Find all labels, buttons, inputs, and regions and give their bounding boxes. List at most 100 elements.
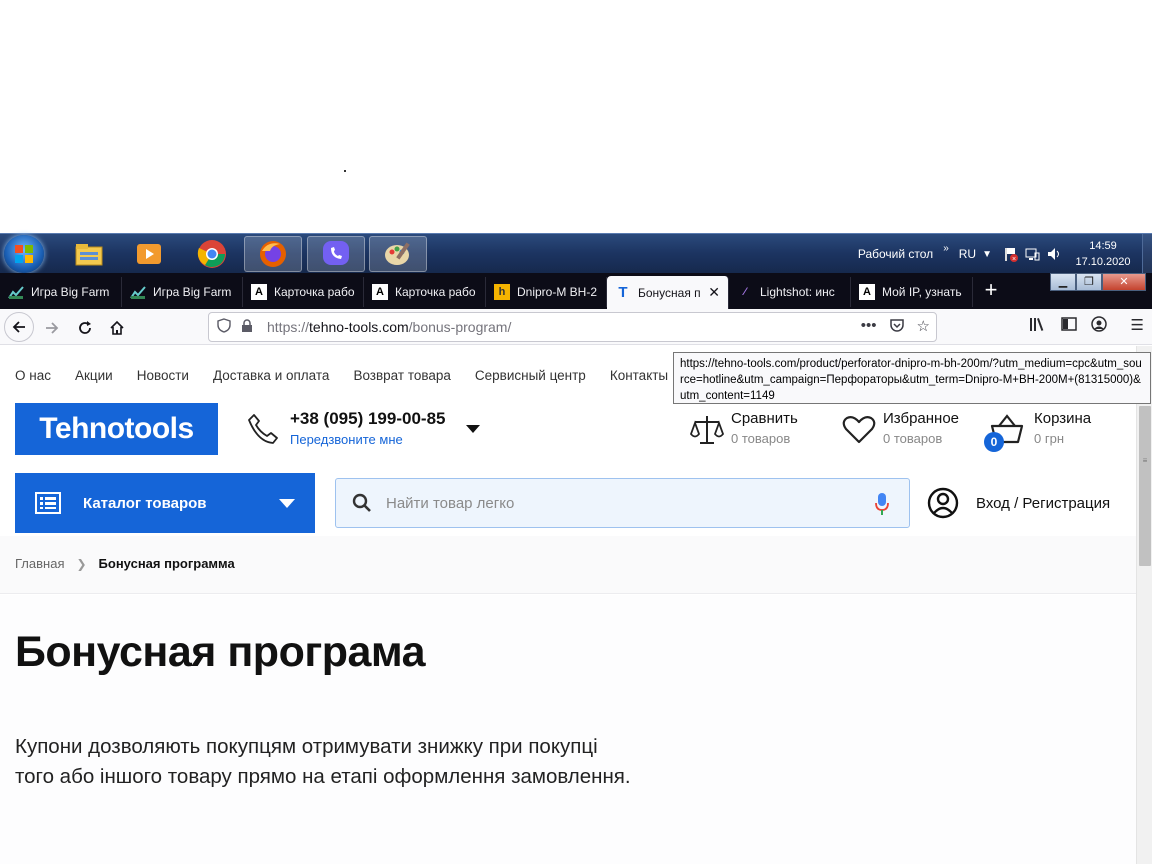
cart-total: 0 грн	[1034, 431, 1064, 446]
clock-date: 17.10.2020	[1075, 256, 1131, 268]
desktop-toolbar-label[interactable]: Рабочий стол	[858, 247, 933, 261]
tab-card-2[interactable]: A Карточка рабо	[364, 277, 486, 307]
site-top-menu: О нас Акции Новости Доставка и оплата Во…	[15, 368, 668, 383]
menu-about[interactable]: О нас	[15, 368, 51, 383]
breadcrumb-home[interactable]: Главная	[15, 556, 64, 571]
tab-label: Игра Big Farm	[153, 285, 232, 299]
cart-count-badge: 0	[984, 432, 1004, 452]
tracking-shield-icon[interactable]	[217, 318, 233, 336]
intro-paragraph: Купони дозволяють покупцям отримувати зн…	[15, 735, 631, 788]
browser-navbar: https://tehno-tools.com/bonus-program/ •…	[0, 309, 1152, 345]
tab-card-1[interactable]: A Карточка рабо	[243, 277, 364, 307]
url-protocol: https://	[267, 319, 310, 335]
compare-count: 0 товаров	[731, 431, 791, 446]
system-tray: Рабочий стол » RU ▼ × 14:59 17.10.2020	[858, 234, 1152, 274]
url-bar[interactable]: https://tehno-tools.com/bonus-program/ •…	[208, 312, 937, 342]
tab-big-farm-2[interactable]: Игра Big Farm	[122, 277, 243, 307]
svg-text:×: ×	[1012, 256, 1016, 262]
catalog-button[interactable]: Каталог товаров	[15, 473, 315, 533]
tab-close-icon[interactable]: ✕	[702, 284, 720, 301]
site-logo[interactable]: Tehnotools	[15, 403, 218, 455]
page-title: Бонусная програма	[15, 628, 426, 676]
search-box	[335, 478, 910, 528]
tab-dnipro[interactable]: h Dnipro-M BH-2	[486, 277, 607, 307]
lock-icon[interactable]	[241, 318, 257, 336]
favorites-title: Избранное	[883, 410, 960, 427]
action-center-flag-icon[interactable]: ×	[1002, 246, 1018, 262]
tab-big-farm-1[interactable]: Игра Big Farm	[0, 277, 122, 307]
reload-button[interactable]	[71, 314, 99, 342]
h-icon: h	[494, 284, 510, 300]
screen: Рабочий стол » RU ▼ × 14:59 17.10.2020 И…	[0, 0, 1152, 864]
catalog-list-icon	[35, 492, 61, 514]
page-actions-icon[interactable]: •••	[861, 317, 877, 337]
minimize-button[interactable]: ▁	[1050, 273, 1076, 291]
breadcrumb: Главная ❯ Бонусная программа	[15, 556, 235, 571]
phone-dropdown-icon[interactable]	[466, 425, 480, 433]
toolbar-expand-icon[interactable]: »	[943, 243, 949, 254]
bookmark-star-icon[interactable]: ☆	[917, 317, 930, 337]
menu-returns[interactable]: Возврат товара	[353, 368, 450, 383]
show-desktop-button[interactable]	[1142, 234, 1152, 274]
heart-icon	[842, 416, 876, 444]
breadcrumb-bar: Главная ❯ Бонусная программа	[0, 536, 1136, 594]
forward-button[interactable]	[38, 314, 66, 342]
web-page: О нас Акции Новости Доставка и оплата Во…	[0, 346, 1136, 864]
phone-number[interactable]: +38 (095) 199-00-85	[290, 409, 445, 429]
cart-title: Корзина	[1034, 410, 1092, 427]
account-icon[interactable]	[1090, 316, 1107, 336]
menu-promos[interactable]: Акции	[75, 368, 113, 383]
back-button[interactable]	[4, 312, 34, 342]
tab-lightshot[interactable]: ⁄ Lightshot: инс	[729, 277, 851, 307]
big-farm-icon	[8, 284, 24, 300]
page-scrollbar[interactable]: ≡	[1136, 346, 1152, 864]
volume-icon[interactable]	[1046, 246, 1062, 262]
big-farm-icon	[130, 284, 146, 300]
start-button[interactable]	[4, 235, 44, 273]
chrome-icon[interactable]	[183, 236, 241, 272]
url-path: /bonus-program/	[408, 319, 512, 335]
language-dropdown-icon[interactable]: ▼	[982, 249, 992, 260]
search-icon[interactable]	[352, 493, 372, 513]
explorer-icon[interactable]	[60, 236, 118, 272]
clock[interactable]: 14:59 17.10.2020	[1068, 238, 1138, 270]
pocket-icon[interactable]	[889, 317, 905, 337]
scales-icon	[689, 416, 725, 444]
scrollbar-grip-icon: ≡	[1142, 456, 1148, 465]
catalog-label: Каталог товаров	[83, 494, 207, 512]
paint-icon[interactable]	[369, 236, 427, 272]
browser-tab-strip: Игра Big Farm Игра Big Farm A Карточка р…	[0, 273, 1152, 309]
tab-label: Dnipro-M BH-2	[517, 285, 598, 299]
user-icon	[927, 487, 959, 519]
new-tab-button[interactable]: +	[980, 279, 1002, 301]
library-icon[interactable]	[1029, 316, 1047, 336]
windows-logo-icon	[15, 245, 33, 263]
search-input[interactable]	[386, 494, 846, 512]
a-icon: A	[251, 284, 267, 300]
restore-button[interactable]: ❐	[1076, 273, 1102, 291]
close-window-button[interactable]: ✕	[1102, 273, 1146, 291]
network-icon[interactable]	[1024, 246, 1040, 262]
login-label: Вход / Регистрация	[976, 494, 1111, 512]
scrollbar-thumb[interactable]	[1139, 406, 1151, 566]
firefox-icon[interactable]	[244, 236, 302, 272]
compare-title: Сравнить	[731, 410, 798, 427]
feather-icon: ⁄	[744, 286, 746, 298]
t-icon: T	[618, 284, 628, 301]
menu-contacts[interactable]: Контакты	[610, 368, 668, 383]
windows-taskbar: Рабочий стол » RU ▼ × 14:59 17.10.2020	[0, 233, 1152, 274]
login-link[interactable]: Вход / Регистрация	[927, 486, 1110, 520]
menu-service[interactable]: Сервисный центр	[475, 368, 586, 383]
language-indicator[interactable]: RU	[959, 247, 976, 261]
menu-delivery[interactable]: Доставка и оплата	[213, 368, 329, 383]
menu-icon[interactable]: ☰	[1131, 316, 1144, 336]
sidebar-icon[interactable]	[1060, 316, 1077, 336]
viber-icon[interactable]	[307, 236, 365, 272]
media-player-icon[interactable]	[120, 236, 178, 272]
home-button[interactable]	[103, 314, 131, 342]
voice-search-icon[interactable]	[875, 492, 889, 516]
callback-link[interactable]: Передзвоните мне	[290, 432, 403, 447]
menu-news[interactable]: Новости	[137, 368, 189, 383]
tab-bonus-active[interactable]: T Бонусная п ✕	[607, 276, 729, 309]
tab-my-ip[interactable]: A Мой IP, узнать	[851, 277, 973, 307]
